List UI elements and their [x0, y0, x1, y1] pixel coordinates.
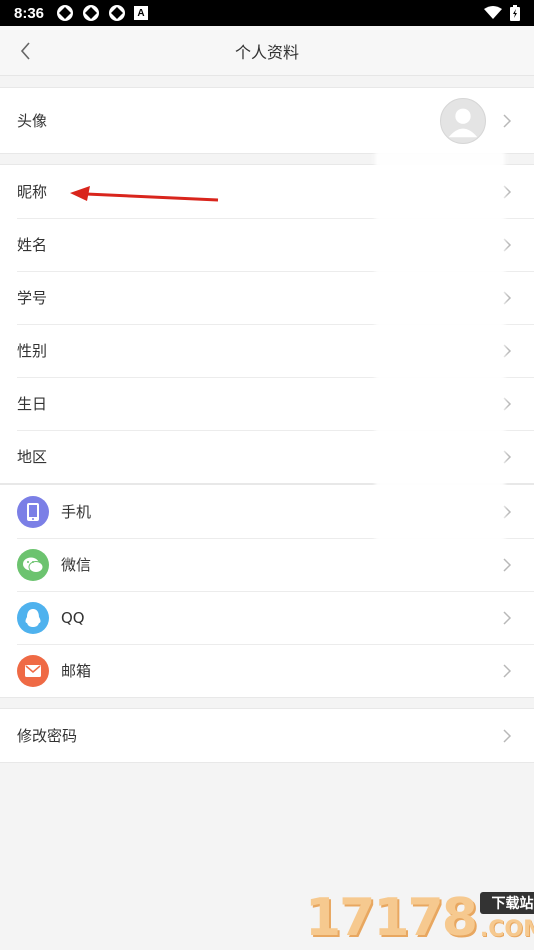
app-notification-icon [57, 5, 74, 21]
page-title: 个人资料 [234, 42, 299, 62]
watermark-number: 17178 [305, 888, 478, 948]
a-badge-icon: A [134, 6, 149, 20]
account-row-label: 微信 [61, 556, 92, 574]
user-placeholder-icon [448, 108, 478, 137]
security-group: 修改密码 [0, 708, 534, 763]
red-arrow-annotation [70, 186, 219, 202]
avatar-row[interactable]: 头像 [0, 88, 534, 153]
chevron-right-icon [502, 728, 512, 744]
mail-icon [17, 654, 49, 687]
watermark-suffix: .COM [479, 917, 534, 942]
avatar-group: 头像 [0, 87, 534, 154]
back-button[interactable] [10, 26, 40, 76]
chevron-right-icon [502, 557, 512, 573]
account-row-email[interactable]: 邮箱 [0, 644, 534, 697]
account-row-qq[interactable]: QQ [0, 591, 534, 644]
account-row-label: QQ [61, 608, 85, 627]
watermark-tag: 下载站 [479, 892, 534, 914]
site-watermark: 17178 下载站 .COM [305, 886, 534, 948]
chevron-left-icon [20, 42, 30, 60]
account-row-label: 邮箱 [61, 662, 92, 680]
notification-icons: A [56, 4, 149, 22]
phone-icon [17, 495, 49, 528]
change-password-label: 修改密码 [17, 727, 78, 745]
qq-icon [17, 601, 49, 634]
avatar-label: 头像 [17, 112, 48, 130]
status-bar: 8:36 A [0, 0, 534, 26]
avatar[interactable] [440, 97, 486, 144]
status-time: 8:36 [14, 4, 45, 22]
app-notification-icon [109, 5, 126, 21]
chevron-right-icon [502, 610, 512, 626]
wifi-icon [484, 6, 502, 19]
title-bar: 个人资料 [0, 26, 534, 76]
app-notification-icon [83, 5, 100, 21]
battery-icon [510, 5, 520, 21]
chevron-right-icon [502, 113, 512, 129]
redaction-overlay [375, 150, 505, 548]
wechat-icon [17, 548, 49, 581]
chevron-right-icon [502, 663, 512, 679]
change-password-row[interactable]: 修改密码 [0, 709, 534, 762]
